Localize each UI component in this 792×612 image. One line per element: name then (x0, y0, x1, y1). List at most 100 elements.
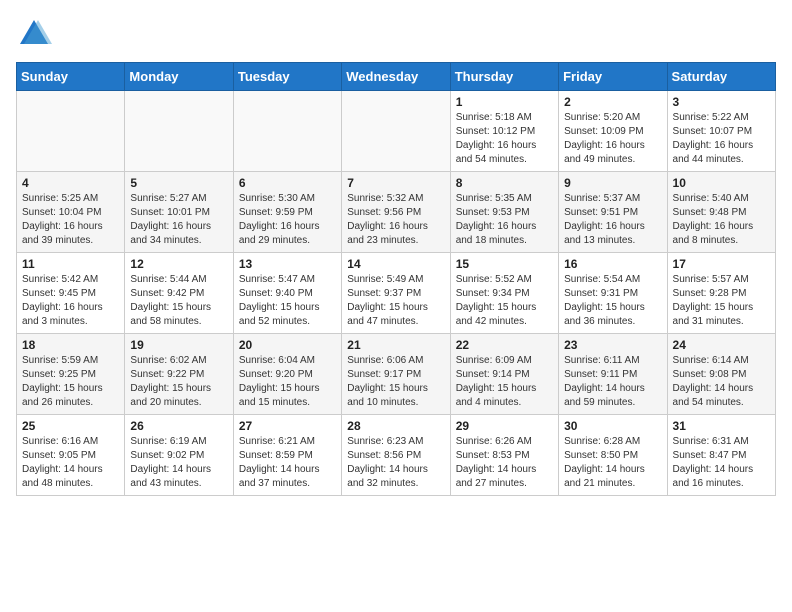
day-info: Sunrise: 6:31 AM Sunset: 8:47 PM Dayligh… (673, 435, 770, 491)
page-header (16, 16, 776, 52)
day-info: Sunrise: 5:52 AM Sunset: 9:34 PM Dayligh… (456, 273, 553, 329)
calendar-cell: 24 Sunrise: 6:14 AM Sunset: 9:08 PM Dayli… (667, 334, 775, 415)
calendar-cell: 13 Sunrise: 5:47 AM Sunset: 9:40 PM Dayli… (233, 253, 341, 334)
day-info: Sunrise: 5:22 AM Sunset: 10:07 PM Daylig… (673, 111, 770, 167)
day-info: Sunrise: 5:57 AM Sunset: 9:28 PM Dayligh… (673, 273, 770, 329)
day-number: 28 (347, 419, 444, 433)
day-info: Sunrise: 6:26 AM Sunset: 8:53 PM Dayligh… (456, 435, 553, 491)
calendar-table: SundayMondayTuesdayWednesdayThursdayFrid… (16, 62, 776, 496)
day-info: Sunrise: 6:11 AM Sunset: 9:11 PM Dayligh… (564, 354, 661, 410)
column-header-friday: Friday (559, 63, 667, 91)
day-number: 8 (456, 176, 553, 190)
day-info: Sunrise: 5:59 AM Sunset: 9:25 PM Dayligh… (22, 354, 119, 410)
day-info: Sunrise: 6:19 AM Sunset: 9:02 PM Dayligh… (130, 435, 227, 491)
calendar-cell: 26 Sunrise: 6:19 AM Sunset: 9:02 PM Dayli… (125, 415, 233, 496)
calendar-cell: 17 Sunrise: 5:57 AM Sunset: 9:28 PM Dayli… (667, 253, 775, 334)
day-number: 23 (564, 338, 661, 352)
day-number: 16 (564, 257, 661, 271)
calendar-cell: 22Sunrise: 6:09 AM Sunset: 9:14 PM Dayli… (450, 334, 558, 415)
day-info: Sunrise: 5:44 AM Sunset: 9:42 PM Dayligh… (130, 273, 227, 329)
calendar-cell: 15 Sunrise: 5:52 AM Sunset: 9:34 PM Dayli… (450, 253, 558, 334)
day-info: Sunrise: 5:20 AM Sunset: 10:09 PM Daylig… (564, 111, 661, 167)
calendar-cell: 18 Sunrise: 5:59 AM Sunset: 9:25 PM Dayli… (17, 334, 125, 415)
day-info: Sunrise: 5:32 AM Sunset: 9:56 PM Dayligh… (347, 192, 444, 248)
calendar-week-row: 4Sunrise: 5:25 AM Sunset: 10:04 PM Dayli… (17, 172, 776, 253)
day-number: 5 (130, 176, 227, 190)
calendar-week-row: 1 Sunrise: 5:18 AM Sunset: 10:12 PM Dayli… (17, 91, 776, 172)
calendar-cell: 19 Sunrise: 6:02 AM Sunset: 9:22 PM Dayli… (125, 334, 233, 415)
day-info: Sunrise: 6:02 AM Sunset: 9:22 PM Dayligh… (130, 354, 227, 410)
day-number: 6 (239, 176, 336, 190)
calendar-cell: 7 Sunrise: 5:32 AM Sunset: 9:56 PM Daylig… (342, 172, 450, 253)
calendar-cell (125, 91, 233, 172)
day-number: 13 (239, 257, 336, 271)
column-header-monday: Monday (125, 63, 233, 91)
day-number: 31 (673, 419, 770, 433)
day-info: Sunrise: 6:06 AM Sunset: 9:17 PM Dayligh… (347, 354, 444, 410)
day-number: 21 (347, 338, 444, 352)
day-info: Sunrise: 6:28 AM Sunset: 8:50 PM Dayligh… (564, 435, 661, 491)
calendar-cell: 9 Sunrise: 5:37 AM Sunset: 9:51 PM Daylig… (559, 172, 667, 253)
calendar-week-row: 18 Sunrise: 5:59 AM Sunset: 9:25 PM Dayli… (17, 334, 776, 415)
calendar-cell: 8 Sunrise: 5:35 AM Sunset: 9:53 PM Daylig… (450, 172, 558, 253)
day-number: 18 (22, 338, 119, 352)
day-info: Sunrise: 5:35 AM Sunset: 9:53 PM Dayligh… (456, 192, 553, 248)
calendar-cell (342, 91, 450, 172)
calendar-cell (233, 91, 341, 172)
day-number: 15 (456, 257, 553, 271)
day-number: 9 (564, 176, 661, 190)
day-info: Sunrise: 6:21 AM Sunset: 8:59 PM Dayligh… (239, 435, 336, 491)
calendar-cell: 2 Sunrise: 5:20 AM Sunset: 10:09 PM Dayli… (559, 91, 667, 172)
day-number: 7 (347, 176, 444, 190)
calendar-cell: 31 Sunrise: 6:31 AM Sunset: 8:47 PM Dayli… (667, 415, 775, 496)
day-info: Sunrise: 5:49 AM Sunset: 9:37 PM Dayligh… (347, 273, 444, 329)
day-info: Sunrise: 5:42 AM Sunset: 9:45 PM Dayligh… (22, 273, 119, 329)
day-info: Sunrise: 6:04 AM Sunset: 9:20 PM Dayligh… (239, 354, 336, 410)
day-number: 29 (456, 419, 553, 433)
calendar-cell: 21 Sunrise: 6:06 AM Sunset: 9:17 PM Dayli… (342, 334, 450, 415)
calendar-cell: 29 Sunrise: 6:26 AM Sunset: 8:53 PM Dayli… (450, 415, 558, 496)
calendar-cell: 12 Sunrise: 5:44 AM Sunset: 9:42 PM Dayli… (125, 253, 233, 334)
day-number: 26 (130, 419, 227, 433)
day-number: 22 (456, 338, 553, 352)
day-number: 1 (456, 95, 553, 109)
day-number: 19 (130, 338, 227, 352)
day-number: 4 (22, 176, 119, 190)
day-number: 27 (239, 419, 336, 433)
day-info: Sunrise: 5:37 AM Sunset: 9:51 PM Dayligh… (564, 192, 661, 248)
calendar-cell: 20 Sunrise: 6:04 AM Sunset: 9:20 PM Dayli… (233, 334, 341, 415)
day-number: 17 (673, 257, 770, 271)
calendar-cell: 30 Sunrise: 6:28 AM Sunset: 8:50 PM Dayli… (559, 415, 667, 496)
calendar-cell: 10Sunrise: 5:40 AM Sunset: 9:48 PM Dayli… (667, 172, 775, 253)
column-header-saturday: Saturday (667, 63, 775, 91)
calendar-cell: 28 Sunrise: 6:23 AM Sunset: 8:56 PM Dayli… (342, 415, 450, 496)
calendar-cell: 5Sunrise: 5:27 AM Sunset: 10:01 PM Dayli… (125, 172, 233, 253)
logo-icon (16, 16, 52, 52)
calendar-cell: 16Sunrise: 5:54 AM Sunset: 9:31 PM Dayli… (559, 253, 667, 334)
day-number: 10 (673, 176, 770, 190)
calendar-cell: 14 Sunrise: 5:49 AM Sunset: 9:37 PM Dayli… (342, 253, 450, 334)
calendar-cell: 6 Sunrise: 5:30 AM Sunset: 9:59 PM Daylig… (233, 172, 341, 253)
day-info: Sunrise: 5:47 AM Sunset: 9:40 PM Dayligh… (239, 273, 336, 329)
day-info: Sunrise: 5:18 AM Sunset: 10:12 PM Daylig… (456, 111, 553, 167)
calendar-cell: 11Sunrise: 5:42 AM Sunset: 9:45 PM Dayli… (17, 253, 125, 334)
calendar-week-row: 11Sunrise: 5:42 AM Sunset: 9:45 PM Dayli… (17, 253, 776, 334)
calendar-cell: 3Sunrise: 5:22 AM Sunset: 10:07 PM Dayli… (667, 91, 775, 172)
day-number: 2 (564, 95, 661, 109)
day-number: 24 (673, 338, 770, 352)
day-number: 14 (347, 257, 444, 271)
day-number: 30 (564, 419, 661, 433)
day-number: 20 (239, 338, 336, 352)
day-info: Sunrise: 6:14 AM Sunset: 9:08 PM Dayligh… (673, 354, 770, 410)
calendar-week-row: 25Sunrise: 6:16 AM Sunset: 9:05 PM Dayli… (17, 415, 776, 496)
day-info: Sunrise: 6:23 AM Sunset: 8:56 PM Dayligh… (347, 435, 444, 491)
column-header-tuesday: Tuesday (233, 63, 341, 91)
calendar-cell: 1 Sunrise: 5:18 AM Sunset: 10:12 PM Dayli… (450, 91, 558, 172)
calendar-cell: 27 Sunrise: 6:21 AM Sunset: 8:59 PM Dayli… (233, 415, 341, 496)
column-header-wednesday: Wednesday (342, 63, 450, 91)
day-number: 12 (130, 257, 227, 271)
column-header-sunday: Sunday (17, 63, 125, 91)
day-info: Sunrise: 5:30 AM Sunset: 9:59 PM Dayligh… (239, 192, 336, 248)
logo (16, 16, 56, 52)
calendar-cell (17, 91, 125, 172)
